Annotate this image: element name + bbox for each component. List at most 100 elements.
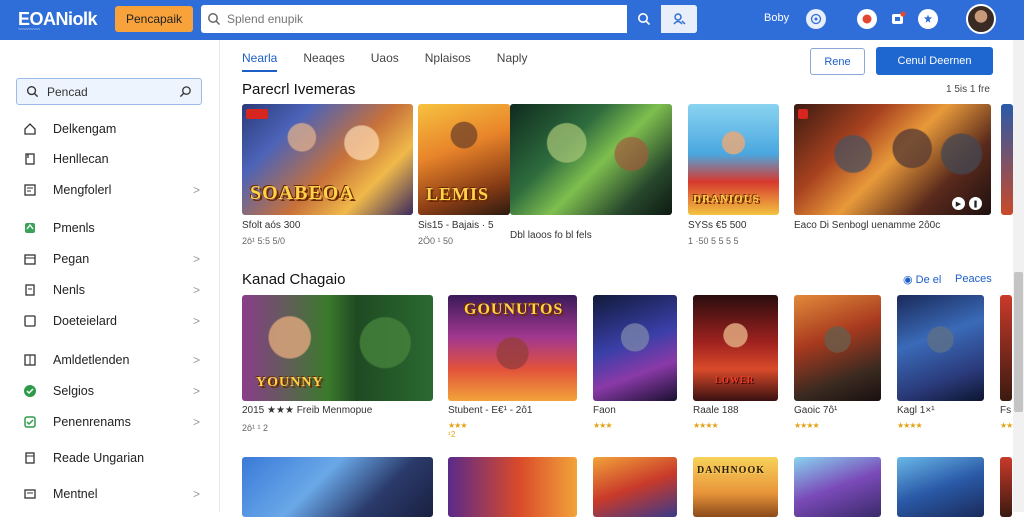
tab-nplaisos[interactable]: Nplaisos	[425, 48, 471, 74]
shield-icon	[22, 414, 38, 430]
search-submit-button[interactable]	[627, 5, 661, 33]
play-icon[interactable]: ▶	[952, 197, 965, 210]
rating-stars: ★★★	[593, 421, 612, 430]
sidebar-item-amldetlenden[interactable]: Amldetlenden >	[22, 350, 206, 370]
tab-neaqes[interactable]: Neaqes	[303, 48, 344, 74]
sidebar-item-label: Nenls	[53, 283, 85, 297]
sidebar-item-label: Pmenls	[53, 221, 95, 235]
rating-stars: ★★★★	[794, 421, 820, 430]
card-title: Fs	[1000, 405, 1012, 416]
game-thumbnail	[794, 457, 881, 517]
game-title-art: DRANIOUS	[693, 193, 760, 205]
chevron-right-icon: >	[192, 183, 200, 197]
card-title: 2015 ★★★ Freib Menmopue	[242, 405, 373, 416]
sidebar-item-reade-ungarian[interactable]: Reade Ungarian	[22, 448, 206, 468]
notification-icon[interactable]	[888, 9, 908, 29]
header-primary-button[interactable]: Pencapaik	[115, 6, 193, 32]
sidebar-item-label: Henllecan	[53, 152, 109, 166]
sidebar-item-mengfolerl[interactable]: Mengfolerl >	[22, 180, 206, 200]
search-icon	[179, 86, 191, 98]
sidebar-item-label: Penenrenams	[53, 415, 131, 429]
sidebar-item-label: Doeteielard	[53, 314, 117, 328]
game-title-art: YOUNNY	[256, 375, 324, 390]
card-meta: 2ô¹ 5:5 5/0	[242, 236, 286, 246]
search-icon	[26, 85, 39, 98]
card-title: Sfolt aós 300	[242, 220, 301, 231]
home-icon	[22, 121, 38, 137]
search-icon	[638, 13, 651, 26]
app-logo[interactable]: EOANiolk ~~~~~~~~~	[18, 9, 98, 33]
game-title-art: LEMIS	[426, 184, 490, 204]
carousel-controls[interactable]: ▶ ❚	[952, 197, 982, 210]
content-tabs: Nearla Neaqes Uaos Nplaisos Naply	[242, 48, 553, 74]
secondary-action-button[interactable]: Rene	[810, 48, 865, 75]
tab-naply[interactable]: Naply	[497, 48, 528, 74]
card-title: Raale 188	[693, 405, 739, 416]
sidebar-item-doeteielard[interactable]: Doeteielard >	[22, 311, 206, 331]
sidebar-item-label: Reade Ungarian	[53, 451, 145, 465]
record-icon[interactable]	[857, 9, 877, 29]
view-all-label: De el	[915, 274, 942, 286]
tab-uaos[interactable]: Uaos	[371, 48, 399, 74]
monitor-icon	[22, 486, 38, 502]
game-thumbnail: LOWER	[693, 295, 778, 401]
sidebar-item-label: Pegan	[53, 252, 90, 266]
bookmark-icon	[22, 151, 38, 167]
game-thumbnail	[448, 457, 577, 517]
game-thumbnail	[1000, 295, 1012, 401]
book-icon	[22, 450, 38, 466]
search-icon	[201, 12, 227, 26]
tab-nearla[interactable]: Nearla	[242, 48, 278, 72]
sidebar-item-delkengam[interactable]: Delkengam	[22, 119, 206, 139]
user-search-icon	[673, 13, 686, 25]
rating-stars: ★★★★	[693, 421, 719, 430]
check-circle-icon	[22, 383, 38, 399]
game-thumbnail	[593, 457, 677, 517]
rating-stars: ★★★ ¹ 2	[448, 421, 467, 439]
globe-icon[interactable]	[806, 9, 826, 29]
chevron-right-icon: >	[192, 353, 200, 367]
game-thumbnail: LEMIS	[418, 104, 510, 215]
game-thumbnail	[794, 295, 881, 401]
card-title: Stubent - E€¹ - 2ô1	[448, 405, 533, 416]
header-search-bar[interactable]	[201, 5, 697, 33]
calendar-icon	[22, 251, 38, 267]
settings-icon[interactable]	[918, 9, 938, 29]
sidebar-item-henllecan[interactable]: Henllecan	[22, 149, 206, 169]
voice-search-button[interactable]	[661, 5, 697, 33]
user-link[interactable]: Boby	[764, 12, 789, 24]
chevron-right-icon: >	[192, 415, 200, 429]
card-title: Sis15 - Bajais · 5	[418, 220, 494, 231]
tag-icon	[22, 220, 38, 236]
more-link[interactable]: Peaces	[955, 273, 992, 285]
card-title: Kagl 1×¹	[897, 405, 935, 416]
game-title-art: LOWER	[715, 375, 755, 385]
sidebar: Pencad Delkengam Henllecan Mengfolerl > …	[0, 40, 220, 512]
game-thumbnail	[1001, 104, 1013, 215]
game-title-art: SOABEOA	[250, 182, 355, 204]
card-title: Eaco Di Senbogl uenamme 2ô0c	[794, 220, 941, 231]
sidebar-item-nenls[interactable]: Nenls >	[22, 280, 206, 300]
view-icon: ◉	[903, 274, 913, 286]
view-all-link[interactable]: ◉ De el	[903, 273, 941, 286]
game-thumbnail: DANHNOOK	[693, 457, 778, 517]
sidebar-item-selgios[interactable]: Selgios >	[22, 381, 206, 401]
card-title: Gaoic 7ô¹	[794, 405, 838, 416]
list-icon	[22, 182, 38, 198]
sidebar-search-field[interactable]: Pencad	[16, 78, 202, 105]
game-thumbnail	[593, 295, 677, 401]
sidebar-item-pegan[interactable]: Pegan >	[22, 249, 206, 269]
game-thumbnail: GOUNUTOS	[448, 295, 577, 401]
logo-tagline: ~~~~~~~~~	[18, 27, 40, 33]
sidebar-item-pmenls[interactable]: Pmenls	[22, 218, 206, 238]
game-thumbnail	[897, 295, 984, 401]
pause-icon[interactable]: ❚	[969, 197, 982, 210]
avatar[interactable]	[966, 4, 996, 34]
sidebar-item-label: Mengfolerl	[53, 183, 112, 197]
search-input[interactable]	[227, 12, 627, 26]
sidebar-item-penenrenams[interactable]: Penenrenams >	[22, 412, 206, 432]
scrollbar-thumb[interactable]	[1014, 272, 1023, 412]
primary-action-button[interactable]: Cenul Deernen	[876, 47, 993, 75]
grid-icon	[22, 352, 38, 368]
sidebar-item-mentnel[interactable]: Mentnel >	[22, 484, 206, 504]
